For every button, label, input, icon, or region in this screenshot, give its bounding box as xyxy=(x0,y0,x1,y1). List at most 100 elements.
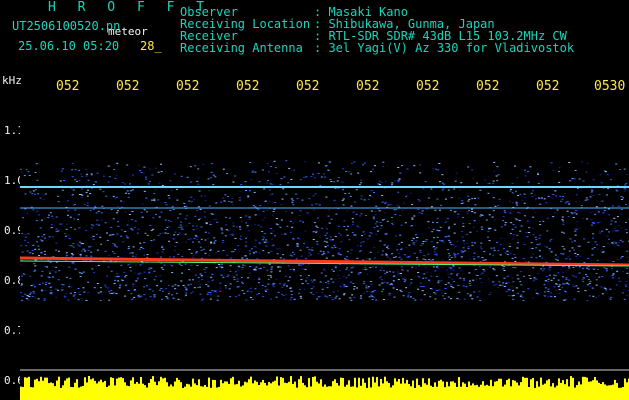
noise-dot xyxy=(213,242,216,244)
noise-dot xyxy=(468,283,471,284)
power-bar xyxy=(346,384,348,400)
noise-dot xyxy=(575,210,578,212)
noise-dot xyxy=(127,193,130,195)
noise-dot xyxy=(201,299,203,301)
noise-dot xyxy=(493,247,496,249)
noise-dot xyxy=(573,212,576,214)
noise-dot xyxy=(548,249,551,251)
noise-dot xyxy=(155,167,157,169)
noise-dot xyxy=(593,268,596,270)
noise-dot xyxy=(282,283,285,285)
noise-dot xyxy=(605,171,607,173)
noise-dot xyxy=(397,273,400,275)
noise-dot xyxy=(125,275,128,276)
noise-dot xyxy=(422,277,425,279)
noise-dot xyxy=(563,299,566,301)
noise-dot xyxy=(23,273,26,275)
noise-dot xyxy=(39,227,42,229)
noise-dot xyxy=(494,229,497,231)
noise-dot xyxy=(167,233,169,234)
power-bar xyxy=(156,385,158,400)
power-bar xyxy=(102,382,104,400)
noise-dot xyxy=(49,289,52,291)
x-tick: 052 xyxy=(476,79,500,94)
noise-dot xyxy=(405,196,408,198)
noise-dot xyxy=(472,256,475,257)
noise-dot xyxy=(612,243,614,245)
power-bar xyxy=(228,383,230,400)
noise-dot xyxy=(420,244,423,246)
power-bar xyxy=(174,381,176,400)
noise-dot xyxy=(233,276,236,278)
noise-dot xyxy=(557,286,560,288)
noise-dot xyxy=(171,205,174,207)
noise-dot xyxy=(263,241,266,243)
noise-dot xyxy=(609,223,612,225)
noise-dot xyxy=(207,178,210,180)
power-bar xyxy=(602,382,604,400)
noise-dot xyxy=(419,250,422,252)
noise-dot xyxy=(247,195,250,197)
noise-dot xyxy=(350,249,353,251)
noise-dot xyxy=(219,282,222,284)
noise-dot xyxy=(92,238,95,240)
x-tick: 052 xyxy=(176,79,200,94)
noise-dot xyxy=(68,266,71,268)
noise-dot xyxy=(516,204,518,206)
noise-dot xyxy=(584,290,587,292)
noise-dot xyxy=(601,200,604,202)
noise-dot xyxy=(113,253,116,254)
noise-dot xyxy=(277,266,280,268)
noise-dot xyxy=(394,214,397,215)
power-bar xyxy=(22,387,24,400)
noise-dot xyxy=(561,276,564,278)
noise-dot xyxy=(199,273,202,275)
noise-dot xyxy=(100,212,103,214)
noise-dot xyxy=(453,252,456,254)
noise-dot xyxy=(533,279,536,281)
noise-dot xyxy=(37,193,39,195)
power-bar xyxy=(250,376,252,400)
noise-dot xyxy=(239,226,241,228)
noise-dot xyxy=(323,173,325,175)
noise-dot xyxy=(148,271,151,273)
noise-dot xyxy=(245,241,248,243)
datetime-label: 25.06.10 05:20 xyxy=(18,39,120,53)
noise-dot xyxy=(215,202,218,204)
noise-dot xyxy=(379,275,382,277)
noise-dot xyxy=(373,192,375,194)
noise-dot xyxy=(114,244,116,246)
noise-dot xyxy=(282,188,285,190)
noise-dot xyxy=(386,282,389,284)
power-bar xyxy=(36,378,38,400)
noise-dot xyxy=(78,227,81,229)
noise-dot xyxy=(524,260,527,262)
noise-dot xyxy=(548,269,551,271)
noise-dot xyxy=(417,199,420,201)
noise-dot xyxy=(588,278,590,280)
noise-dot xyxy=(523,215,526,217)
noise-dot xyxy=(418,200,421,202)
noise-dot xyxy=(275,223,278,225)
info-values: : Masaki Kano : Shibukawa, Gunma, Japan … xyxy=(314,6,574,54)
noise-dot xyxy=(226,196,229,197)
noise-dot xyxy=(34,265,37,267)
power-bar xyxy=(114,385,116,400)
noise-dot xyxy=(373,227,376,229)
noise-dot xyxy=(402,278,405,280)
noise-dot xyxy=(420,299,423,301)
noise-dot xyxy=(102,175,105,177)
noise-dot xyxy=(509,190,512,192)
power-bar xyxy=(600,384,602,400)
noise-dot xyxy=(262,237,265,239)
noise-dot xyxy=(167,195,170,196)
noise-dot xyxy=(122,201,125,203)
noise-dot xyxy=(433,248,436,250)
noise-dot xyxy=(82,271,85,273)
noise-dot xyxy=(249,297,252,298)
noise-dot xyxy=(240,277,243,278)
noise-dot xyxy=(544,287,547,289)
noise-dot xyxy=(380,279,383,281)
noise-dot xyxy=(199,283,202,285)
noise-dot xyxy=(328,222,331,224)
